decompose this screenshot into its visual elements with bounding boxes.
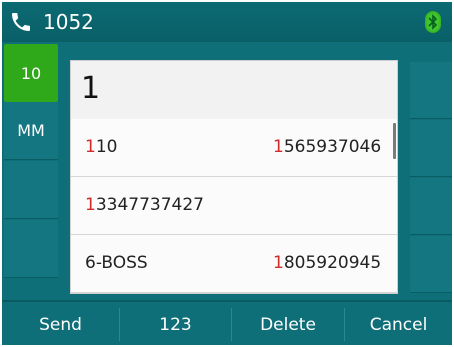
result-number: 1805920945: [273, 253, 382, 273]
bluetooth-icon: [425, 11, 441, 33]
phone-icon: [12, 13, 30, 31]
right-key-3[interactable]: [410, 178, 452, 235]
right-key-2[interactable]: [410, 120, 452, 177]
search-input-value: 1: [81, 71, 101, 106]
line-key-empty-2[interactable]: [4, 220, 58, 278]
line-key-mm[interactable]: MM: [4, 102, 58, 160]
scrollbar[interactable]: [393, 123, 396, 159]
line-key-label: 10: [20, 63, 42, 83]
result-name: 6-BOSS: [85, 253, 148, 273]
result-name: 110: [85, 137, 118, 157]
123-softkey[interactable]: 123: [120, 302, 231, 345]
right-key-4[interactable]: [410, 236, 452, 293]
send-softkey[interactable]: Send: [2, 302, 119, 345]
line-key-empty-1[interactable]: [4, 161, 58, 219]
line-key-10[interactable]: 10: [4, 44, 58, 102]
line-number: 1052: [43, 10, 94, 34]
softkey-bar: Send 123 Delete Cancel: [2, 300, 452, 345]
cancel-softkey[interactable]: Cancel: [345, 302, 452, 345]
search-panel: 1 110 1565937046 13347737427 6-BOSS 1805…: [70, 60, 398, 294]
result-number: 1565937046: [273, 137, 382, 157]
phone-screen: 1052 10 MM 1 110 1565937046 13347737427 …: [2, 2, 452, 345]
result-row[interactable]: 110 1565937046: [71, 119, 397, 177]
result-row[interactable]: 6-BOSS 1805920945: [71, 235, 397, 293]
left-key-column: 10 MM: [2, 44, 64, 290]
delete-softkey[interactable]: Delete: [232, 302, 344, 345]
results-list: 110 1565937046 13347737427 6-BOSS 180592…: [71, 119, 397, 293]
search-input[interactable]: 1: [71, 61, 397, 120]
result-row[interactable]: 13347737427: [71, 177, 397, 235]
status-bar: 1052: [2, 2, 452, 42]
result-name: 13347737427: [85, 195, 204, 215]
line-key-label: MM: [17, 121, 45, 140]
right-key-1[interactable]: [410, 62, 452, 119]
right-key-column: [398, 62, 452, 293]
